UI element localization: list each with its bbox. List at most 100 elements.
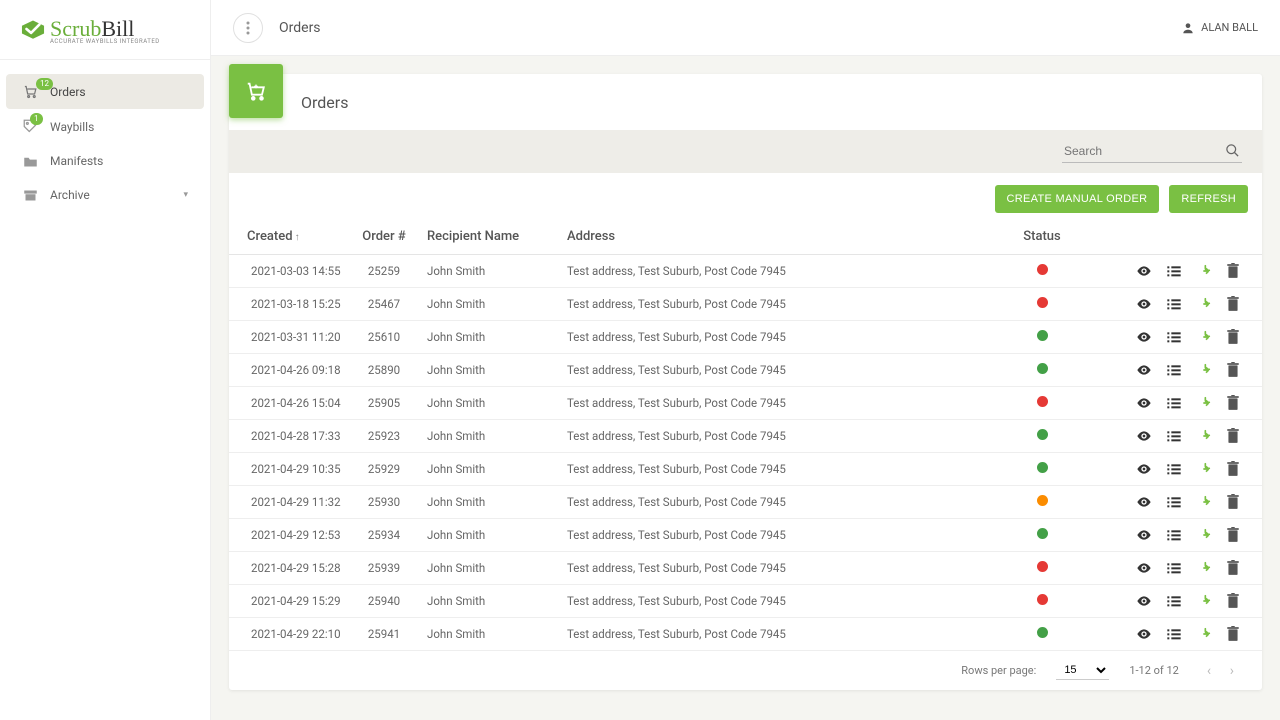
table-row: 2021-04-28 17:3325923John SmithTest addr… [229,420,1262,453]
cell-address: Test address, Test Suburb, Post Code 794… [559,453,992,486]
col-created[interactable]: Created↑ [229,219,349,255]
cell-address: Test address, Test Suburb, Post Code 794… [559,255,992,288]
delete-icon[interactable] [1226,329,1240,345]
view-icon[interactable] [1136,264,1152,278]
delete-icon[interactable] [1226,395,1240,411]
ship-icon[interactable] [1196,527,1212,543]
pager-prev[interactable]: ‹ [1199,663,1219,679]
view-icon[interactable] [1136,462,1152,476]
cell-status [992,486,1092,519]
cell-created: 2021-04-29 15:29 [229,585,349,618]
sidebar-item-waybills[interactable]: 1 Waybills [0,109,210,144]
cell-created: 2021-04-29 15:28 [229,552,349,585]
logo-icon [20,19,46,39]
cell-recipient: John Smith [419,387,559,420]
pager-next[interactable]: › [1222,663,1242,679]
ship-icon[interactable] [1196,296,1212,312]
orders-card: Orders CREATE MANUAL ORDER REFRESH [229,74,1262,690]
view-icon[interactable] [1136,396,1152,410]
view-icon[interactable] [1136,495,1152,509]
delete-icon[interactable] [1226,527,1240,543]
status-dot [1037,594,1048,605]
cell-order: 25890 [349,354,419,387]
archive-icon [22,189,38,202]
details-icon[interactable] [1166,495,1182,509]
delete-icon[interactable] [1226,296,1240,312]
view-icon[interactable] [1136,528,1152,542]
col-recipient[interactable]: Recipient Name [419,219,559,255]
sort-asc-icon: ↑ [295,232,300,243]
cell-order: 25259 [349,255,419,288]
ship-icon[interactable] [1196,560,1212,576]
details-icon[interactable] [1166,462,1182,476]
ship-icon[interactable] [1196,593,1212,609]
sidebar: ScrubBill ACCURATE WAYBILLS INTEGRATED 1… [0,0,210,720]
pager: Rows per page: 15 1-12 of 12 ‹ › [229,651,1262,690]
details-icon[interactable] [1166,264,1182,278]
view-icon[interactable] [1136,429,1152,443]
cart-icon [229,64,283,118]
ship-icon[interactable] [1196,428,1212,444]
cell-order: 25941 [349,618,419,651]
refresh-button[interactable]: REFRESH [1169,185,1248,213]
delete-icon[interactable] [1226,362,1240,378]
cell-address: Test address, Test Suburb, Post Code 794… [559,321,992,354]
details-icon[interactable] [1166,330,1182,344]
search-input[interactable] [1062,140,1242,163]
delete-icon[interactable] [1226,560,1240,576]
view-icon[interactable] [1136,627,1152,641]
view-icon[interactable] [1136,297,1152,311]
rows-per-page-select[interactable]: 15 [1056,661,1109,680]
sidebar-item-orders[interactable]: 12 Orders [6,74,204,109]
table-row: 2021-04-29 11:3225930John SmithTest addr… [229,486,1262,519]
ship-icon[interactable] [1196,626,1212,642]
cell-created: 2021-03-18 15:25 [229,288,349,321]
details-icon[interactable] [1166,297,1182,311]
ship-icon[interactable] [1196,494,1212,510]
col-address[interactable]: Address [559,219,992,255]
details-icon[interactable] [1166,594,1182,608]
cell-created: 2021-04-29 11:32 [229,486,349,519]
details-icon[interactable] [1166,627,1182,641]
col-order[interactable]: Order # [349,219,419,255]
delete-icon[interactable] [1226,494,1240,510]
more-button[interactable] [233,13,263,43]
cell-order: 25467 [349,288,419,321]
topbar: Orders ALAN BALL [211,0,1280,56]
sidebar-item-archive[interactable]: Archive ▾ [0,178,210,212]
user-menu[interactable]: ALAN BALL [1181,21,1258,35]
delete-icon[interactable] [1226,626,1240,642]
ship-icon[interactable] [1196,329,1212,345]
ship-icon[interactable] [1196,263,1212,279]
search-icon[interactable] [1225,143,1240,162]
cell-address: Test address, Test Suburb, Post Code 794… [559,420,992,453]
cell-recipient: John Smith [419,585,559,618]
details-icon[interactable] [1166,528,1182,542]
ship-icon[interactable] [1196,362,1212,378]
details-icon[interactable] [1166,561,1182,575]
status-dot [1037,462,1048,473]
cell-status [992,585,1092,618]
create-manual-order-button[interactable]: CREATE MANUAL ORDER [995,185,1160,213]
cell-address: Test address, Test Suburb, Post Code 794… [559,354,992,387]
cell-created: 2021-04-28 17:33 [229,420,349,453]
sidebar-item-manifests[interactable]: Manifests [0,144,210,178]
page-title: Orders [301,93,348,112]
ship-icon[interactable] [1196,461,1212,477]
view-icon[interactable] [1136,363,1152,377]
details-icon[interactable] [1166,363,1182,377]
view-icon[interactable] [1136,594,1152,608]
delete-icon[interactable] [1226,428,1240,444]
details-icon[interactable] [1166,429,1182,443]
details-icon[interactable] [1166,396,1182,410]
cell-status [992,387,1092,420]
col-status[interactable]: Status [992,219,1092,255]
delete-icon[interactable] [1226,461,1240,477]
ship-icon[interactable] [1196,395,1212,411]
cell-order: 25610 [349,321,419,354]
delete-icon[interactable] [1226,263,1240,279]
view-icon[interactable] [1136,330,1152,344]
cell-recipient: John Smith [419,618,559,651]
delete-icon[interactable] [1226,593,1240,609]
view-icon[interactable] [1136,561,1152,575]
